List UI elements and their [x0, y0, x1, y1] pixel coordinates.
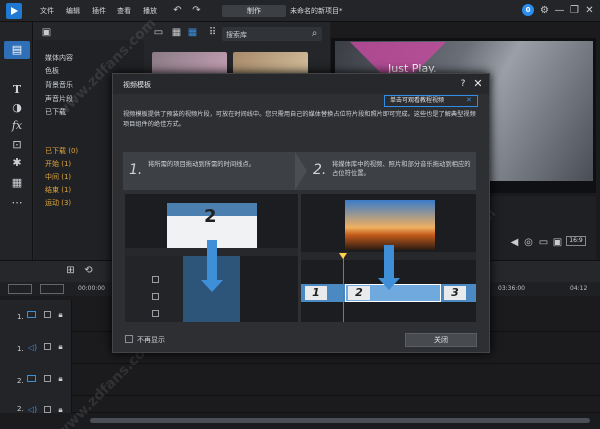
dialog-description: 视频模板提供了预装的视频片段，可放在时间线中。您只需用自己的媒体替换占位符片段和…	[123, 111, 476, 128]
chapter-room-icon[interactable]: ▦	[8, 175, 26, 191]
fit-timeline-icon[interactable]	[40, 284, 64, 294]
search-icon[interactable]: ⌕	[308, 27, 321, 40]
aspect-ratio-selector[interactable]: 16:9	[566, 236, 586, 246]
playhead	[343, 255, 344, 322]
placeholder-clip: 3	[444, 286, 466, 300]
track-label: 2.	[17, 377, 24, 385]
down-arrow-icon	[201, 280, 223, 292]
step-text: 将所需的项目拖动到所需的时间线点。	[148, 161, 256, 168]
ruler-label: 04:12	[570, 285, 588, 292]
project-name: 未命名的新项目*	[290, 7, 343, 15]
demo-checkbox	[152, 310, 159, 317]
app-logo-icon	[6, 3, 22, 19]
ruler-label: 03:36:00	[498, 285, 525, 292]
step-number: 1.	[129, 162, 143, 178]
search-placeholder: 搜索库	[226, 31, 247, 39]
demo-checkbox	[152, 293, 159, 300]
step-arrow	[295, 152, 307, 190]
title-room-icon[interactable]: T	[8, 82, 26, 98]
playhead-marker	[339, 253, 347, 259]
settings-icon[interactable]: ⚙	[538, 4, 551, 17]
audio-track-icon: ◁)	[27, 405, 38, 414]
tree-item-bgm[interactable]: 背景音乐	[45, 80, 73, 90]
track-label: 1.	[17, 313, 24, 321]
lock-icon[interactable]: 🔒︎	[54, 372, 67, 385]
view-mode-icon[interactable]: ▣	[551, 236, 564, 249]
placeholder-clip: 1	[305, 286, 327, 300]
track-enable-checkbox[interactable]	[44, 311, 51, 318]
produce-button[interactable]: 制作	[222, 5, 286, 17]
monitor-icon[interactable]: ▭	[537, 236, 550, 249]
tree-sub-motion[interactable]: 运动 (3)	[45, 198, 71, 208]
tree-item-color[interactable]: 色板	[45, 66, 59, 76]
dialog-title-bar	[113, 74, 489, 94]
storyboard-icon[interactable]: ⊞	[64, 264, 77, 277]
undo-icon[interactable]: ↶	[171, 4, 184, 17]
tooltip-close-icon[interactable]: ✕	[466, 96, 472, 104]
tree-sub-downloaded[interactable]: 已下载 (0)	[45, 146, 78, 156]
lock-icon[interactable]: 🔒︎	[54, 340, 67, 353]
dialog-close-icon[interactable]: ✕	[472, 78, 484, 90]
minimize-icon[interactable]: —	[553, 4, 566, 17]
menu-file[interactable]: 文件	[40, 6, 54, 16]
timeline-track[interactable]	[0, 364, 600, 396]
track-enable-checkbox[interactable]	[44, 406, 51, 413]
template-room-icon[interactable]: ▤	[8, 42, 26, 58]
grid-view-icon[interactable]: ▦	[186, 26, 199, 39]
menu-view[interactable]: 查看	[117, 6, 131, 16]
effects-room-icon[interactable]: fx	[8, 118, 26, 134]
demo-checkbox	[152, 276, 159, 283]
snapshot-icon[interactable]: ◎	[522, 236, 535, 249]
step-number: 2.	[313, 162, 327, 178]
help-icon[interactable]: ?	[458, 78, 468, 90]
track-enable-checkbox[interactable]	[44, 343, 51, 350]
menu-edit[interactable]: 编辑	[66, 6, 80, 16]
down-arrow-icon	[378, 278, 400, 290]
tree-item-media[interactable]: 媒体内容	[45, 53, 73, 63]
arrow-shaft	[207, 240, 217, 280]
arrow-shaft	[384, 245, 394, 278]
lock-icon[interactable]: 🔒︎	[54, 403, 67, 416]
video-track-icon	[27, 375, 36, 382]
import-icon[interactable]: ▣	[40, 26, 53, 39]
transition-room-icon[interactable]: ◑	[8, 100, 26, 116]
video-track-icon	[27, 311, 36, 318]
more-rooms-icon[interactable]: ⋯	[8, 195, 26, 211]
volume-icon[interactable]: ◀	[508, 236, 521, 249]
audio-track-icon: ◁)	[27, 343, 38, 352]
tree-sub-middle[interactable]: 中间 (1)	[45, 172, 71, 182]
placeholder-clip: 2	[348, 286, 370, 300]
menu-plugins[interactable]: 插件	[92, 6, 106, 16]
filter-icon[interactable]: ▦	[170, 26, 183, 39]
menu-play[interactable]: 播放	[143, 6, 157, 16]
do-not-show-checkbox[interactable]	[125, 335, 133, 343]
lock-icon[interactable]: 🔒︎	[54, 308, 67, 321]
notification-badge[interactable]: 0	[522, 4, 534, 16]
do-not-show-label: 不再显示	[137, 336, 165, 344]
ruler-label: 00:00:00	[78, 285, 105, 292]
maximize-icon[interactable]: ❐	[568, 4, 581, 17]
track-label: 1.	[17, 345, 24, 353]
search-input[interactable]: 搜索库	[222, 27, 322, 41]
media-photo	[345, 200, 435, 250]
track-label: 2.	[17, 405, 24, 413]
scrollbar-thumb[interactable]	[90, 418, 590, 423]
template-number: 2	[204, 206, 217, 227]
particle-room-icon[interactable]: ✱	[8, 155, 26, 171]
tree-sub-start[interactable]: 开始 (1)	[45, 159, 71, 169]
dialog-title: 视频模板	[123, 81, 151, 89]
close-button[interactable]: 关闭	[405, 333, 477, 347]
track-manager-icon[interactable]	[8, 284, 32, 294]
close-icon[interactable]: ✕	[583, 4, 596, 17]
pip-room-icon[interactable]: ⊡	[8, 137, 26, 153]
thumbnail-view-icon[interactable]: ⠿	[206, 26, 219, 39]
tutorial-tooltip[interactable]: 单击可观看教程视频	[384, 95, 478, 107]
track-enable-checkbox[interactable]	[44, 375, 51, 382]
redo-icon[interactable]: ↷	[190, 4, 203, 17]
trim-icon[interactable]: ⟲	[82, 264, 95, 277]
step-text: 将媒体库中的视频、照片和部分音乐拖动到相应的占位符位置。	[332, 161, 471, 177]
tree-sub-end[interactable]: 结束 (1)	[45, 185, 71, 195]
